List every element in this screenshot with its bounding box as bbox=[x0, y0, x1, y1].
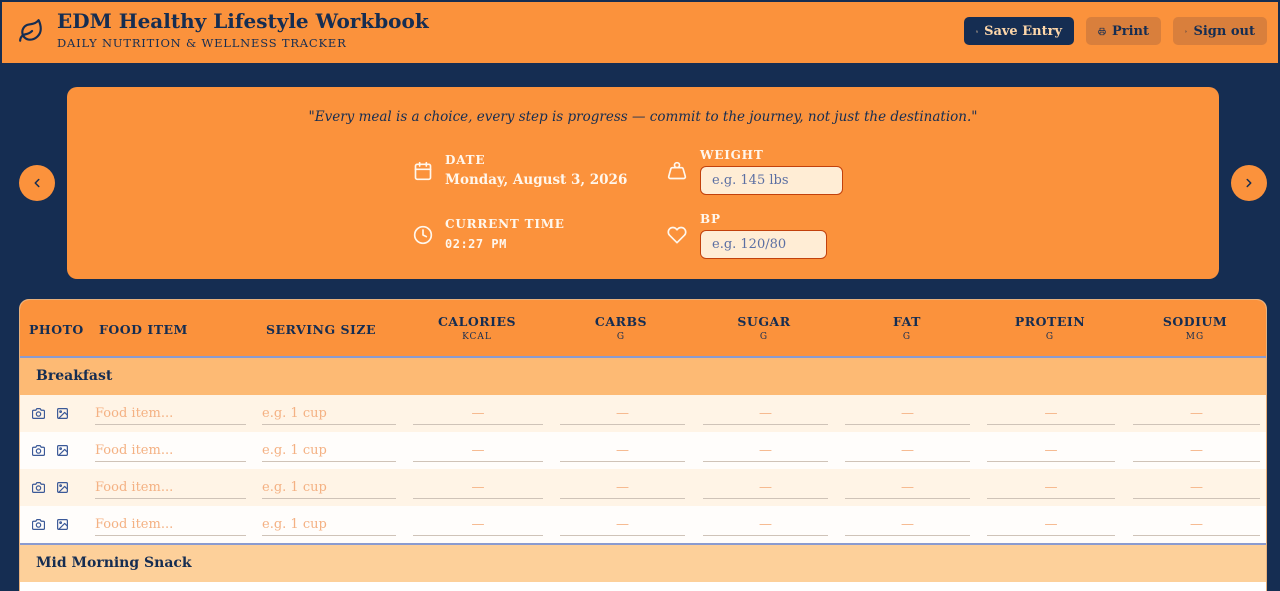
fat-input[interactable] bbox=[845, 440, 970, 462]
motivational-quote: "Every meal is a choice, every step is p… bbox=[308, 109, 978, 125]
app-subtitle: DAILY NUTRITION & WELLNESS TRACKER bbox=[57, 36, 347, 50]
date-value: Monday, August 3, 2026 bbox=[445, 172, 628, 188]
column-sodium-unit: MG bbox=[1185, 332, 1205, 342]
food-row bbox=[20, 469, 1266, 506]
date-label: DATE bbox=[445, 153, 486, 167]
calories-input[interactable] bbox=[413, 440, 543, 462]
calendar-icon bbox=[414, 161, 432, 181]
bp-input[interactable] bbox=[700, 230, 827, 259]
sign-out-label: Sign out bbox=[1193, 23, 1255, 39]
fat-input[interactable] bbox=[845, 403, 970, 425]
column-calories-unit: KCAL bbox=[462, 332, 492, 342]
print-button[interactable]: Print bbox=[1086, 17, 1161, 45]
serving-size-input[interactable] bbox=[262, 477, 396, 499]
protein-input[interactable] bbox=[987, 477, 1115, 499]
sodium-input[interactable] bbox=[1133, 403, 1260, 425]
column-photo: PHOTO bbox=[29, 322, 84, 337]
column-calories: CALORIES bbox=[437, 314, 517, 329]
clock-icon bbox=[413, 225, 433, 245]
protein-input[interactable] bbox=[987, 440, 1115, 462]
bp-label: BP bbox=[700, 212, 721, 226]
calories-input[interactable] bbox=[413, 514, 543, 536]
protein-input[interactable] bbox=[987, 514, 1115, 536]
heart-icon bbox=[667, 226, 687, 244]
serving-size-input[interactable] bbox=[262, 514, 396, 536]
camera-icon[interactable] bbox=[32, 407, 45, 420]
camera-icon[interactable] bbox=[32, 481, 45, 494]
food-row bbox=[20, 395, 1266, 432]
fat-input[interactable] bbox=[845, 514, 970, 536]
sign-out-button[interactable]: Sign out bbox=[1173, 17, 1267, 45]
calories-input[interactable] bbox=[413, 403, 543, 425]
column-carbs: CARBS bbox=[594, 314, 648, 329]
sodium-input[interactable] bbox=[1133, 440, 1260, 462]
sugar-input[interactable] bbox=[703, 514, 828, 536]
sodium-input[interactable] bbox=[1133, 477, 1260, 499]
current-time-label: CURRENT TIME bbox=[445, 217, 565, 231]
food-row bbox=[20, 506, 1266, 543]
image-upload-icon[interactable] bbox=[56, 518, 69, 531]
chevron-right-icon bbox=[1246, 178, 1252, 188]
weight-icon bbox=[667, 161, 687, 180]
carbs-input[interactable] bbox=[560, 440, 685, 462]
serving-size-input[interactable] bbox=[262, 440, 396, 462]
carbs-input[interactable] bbox=[560, 477, 685, 499]
current-time-value: 02:27 PM bbox=[445, 237, 507, 251]
column-food-item: FOOD ITEM bbox=[99, 322, 188, 337]
camera-icon[interactable] bbox=[32, 444, 45, 457]
column-fat: FAT bbox=[893, 314, 921, 329]
calories-input[interactable] bbox=[413, 477, 543, 499]
carbs-input[interactable] bbox=[560, 403, 685, 425]
carbs-input[interactable] bbox=[560, 514, 685, 536]
print-label: Print bbox=[1111, 23, 1149, 39]
food-row bbox=[20, 432, 1266, 469]
food-item-input[interactable] bbox=[95, 514, 246, 536]
fat-input[interactable] bbox=[845, 477, 970, 499]
camera-icon[interactable] bbox=[32, 518, 45, 531]
save-entry-label: Save Entry bbox=[984, 23, 1062, 39]
save-icon bbox=[976, 30, 978, 32]
food-log-table: PHOTO FOOD ITEM SERVING SIZE CALORIES KC… bbox=[19, 299, 1267, 591]
column-sugar-unit: G bbox=[759, 332, 769, 342]
app-frame: EDM Healthy Lifestyle Workbook DAILY NUT… bbox=[2, 2, 1278, 591]
serving-size-input[interactable] bbox=[262, 403, 396, 425]
section-mid-morning-snack: Mid Morning Snack bbox=[20, 545, 1266, 582]
image-upload-icon[interactable] bbox=[56, 407, 69, 420]
column-sodium: SODIUM bbox=[1162, 314, 1228, 329]
daily-summary-card: "Every meal is a choice, every step is p… bbox=[67, 87, 1219, 279]
top-header: EDM Healthy Lifestyle Workbook DAILY NUT… bbox=[2, 2, 1278, 63]
weight-label: WEIGHT bbox=[700, 148, 764, 162]
column-protein-unit: G bbox=[1045, 332, 1055, 342]
app-title: EDM Healthy Lifestyle Workbook bbox=[57, 9, 429, 33]
weight-input[interactable] bbox=[700, 166, 843, 195]
next-day-button[interactable] bbox=[1231, 165, 1267, 201]
sign-out-icon bbox=[1185, 29, 1188, 33]
leaf-icon bbox=[19, 19, 42, 42]
image-upload-icon[interactable] bbox=[56, 481, 69, 494]
column-serving-size: SERVING SIZE bbox=[266, 322, 377, 337]
column-sugar: SUGAR bbox=[737, 314, 791, 329]
section-breakfast: Breakfast bbox=[20, 358, 1266, 395]
sugar-input[interactable] bbox=[703, 440, 828, 462]
image-upload-icon[interactable] bbox=[56, 444, 69, 457]
chevron-left-icon bbox=[34, 178, 40, 188]
sugar-input[interactable] bbox=[703, 477, 828, 499]
save-entry-button[interactable]: Save Entry bbox=[964, 17, 1074, 45]
protein-input[interactable] bbox=[987, 403, 1115, 425]
food-item-input[interactable] bbox=[95, 403, 246, 425]
column-protein: PROTEIN bbox=[1014, 314, 1086, 329]
sodium-input[interactable] bbox=[1133, 514, 1260, 536]
previous-day-button[interactable] bbox=[19, 165, 55, 201]
sugar-input[interactable] bbox=[703, 403, 828, 425]
printer-icon bbox=[1098, 27, 1106, 35]
food-item-input[interactable] bbox=[95, 440, 246, 462]
column-fat-unit: G bbox=[902, 332, 912, 342]
column-carbs-unit: G bbox=[616, 332, 626, 342]
table-header: PHOTO FOOD ITEM SERVING SIZE CALORIES KC… bbox=[20, 300, 1266, 358]
food-item-input[interactable] bbox=[95, 477, 246, 499]
